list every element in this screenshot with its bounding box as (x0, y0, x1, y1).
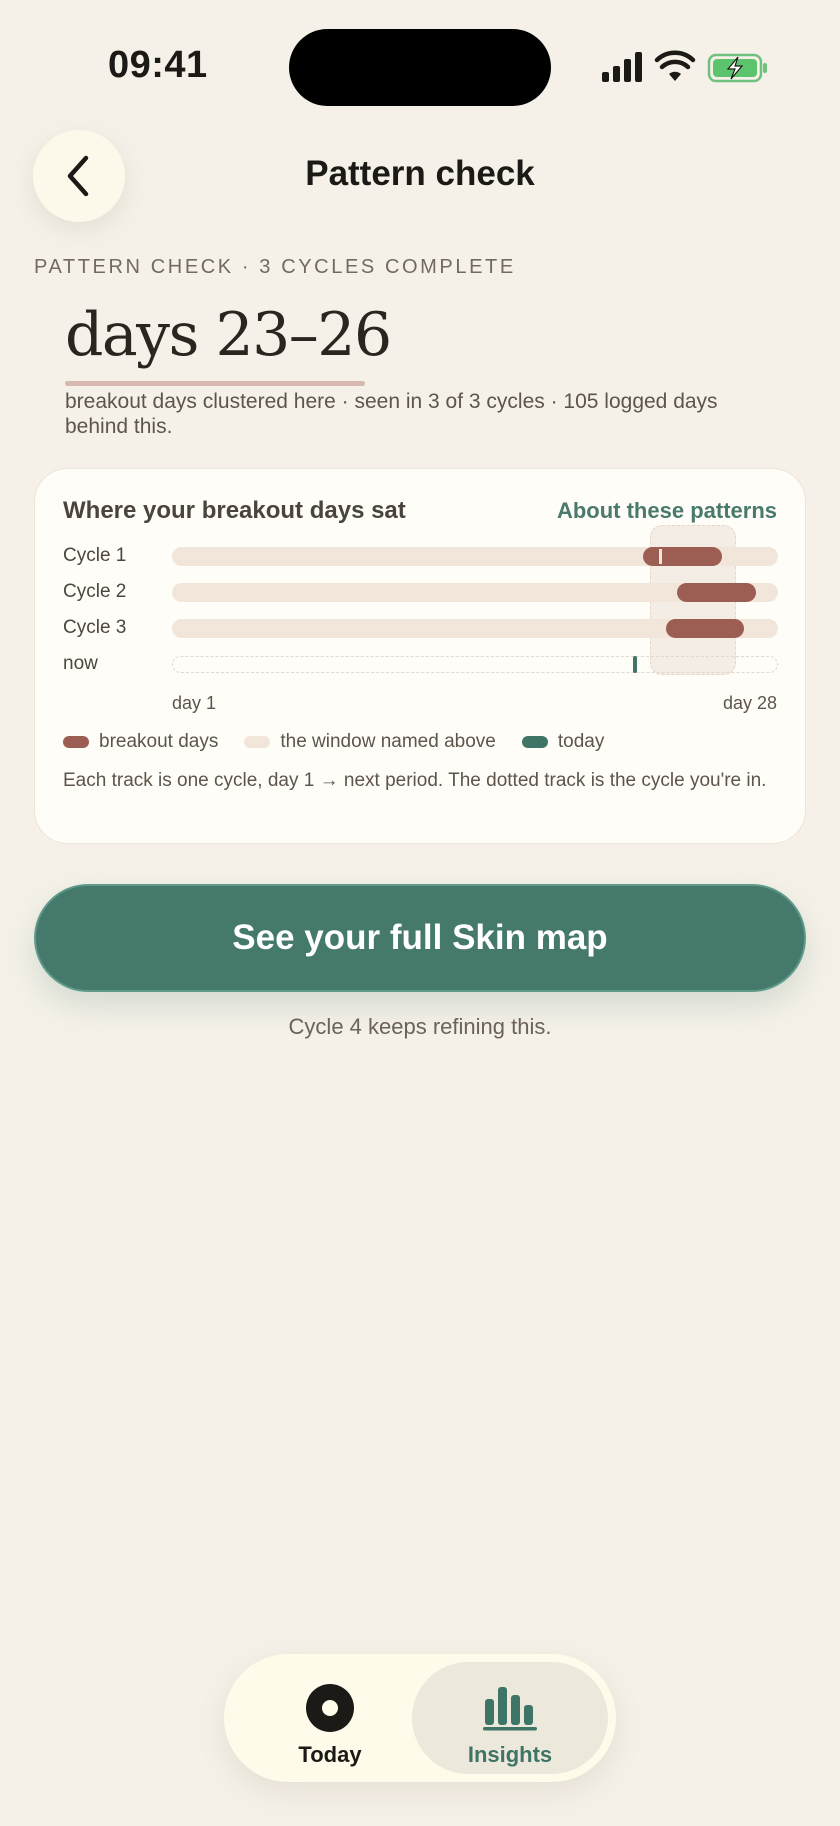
today-marker (633, 656, 638, 673)
legend-label: the window named above (280, 731, 496, 752)
breakout-bar (677, 583, 756, 602)
cta-note: Cycle 4 keeps refining this. (288, 1014, 552, 1039)
window-start-tick (659, 549, 663, 564)
nav-item-insights[interactable]: Insights (412, 1662, 608, 1774)
legend-swatch (244, 736, 271, 748)
card-title: Where your breakout days sat (63, 497, 406, 524)
signal-icon (602, 52, 642, 82)
row-label: Cycle 1 (63, 545, 127, 566)
summary-subline: breakout days clustered here · seen in 3… (65, 390, 718, 438)
legend-item: today (521, 731, 605, 753)
row-label: Cycle 3 (63, 617, 127, 638)
breakout-bar (643, 547, 722, 566)
pattern-check-screen: 09:41 Pattern check PATTERN CHECK · 3 CY… (0, 0, 840, 1826)
breakout-bar (665, 619, 745, 638)
legend-swatch (63, 736, 89, 748)
see-skin-map-button[interactable]: See your full Skin map (34, 884, 806, 992)
current-cycle-track (172, 656, 778, 673)
status-time: 09:41 (108, 44, 208, 86)
legend-item: breakout days (63, 731, 218, 753)
about-patterns-link[interactable]: About these patterns (557, 498, 777, 524)
status-icons (602, 50, 767, 83)
axis-start-label: day 1 (172, 693, 217, 713)
pattern-card: Where your breakout days sat About these… (34, 468, 806, 844)
today-icon (306, 1684, 354, 1732)
legend-swatch (521, 736, 548, 748)
cycle-track (172, 619, 778, 638)
headline: days 23–26 (65, 300, 392, 370)
card-note: Each track is one cycle, day 1 → next pe… (63, 770, 767, 791)
nav-label: Today (298, 1742, 362, 1767)
nav-item-today[interactable]: Today (232, 1662, 428, 1774)
cycle-track (172, 583, 778, 602)
legend-label: breakout days (99, 731, 219, 752)
wifi-icon (654, 50, 696, 81)
dynamic-island (289, 29, 551, 106)
headline-underline (65, 381, 365, 386)
insights-bar-chart-icon (483, 1687, 537, 1731)
cycle-track (172, 547, 778, 566)
bottom-nav: Today Insights (224, 1654, 616, 1782)
page-title: Pattern check (305, 154, 535, 193)
legend: breakout days the window named above tod… (63, 731, 630, 753)
eyebrow-label: PATTERN CHECK · 3 CYCLES COMPLETE (34, 256, 516, 278)
row-label: now (63, 653, 98, 674)
axis-end-label: day 28 (722, 693, 777, 713)
battery-charging-icon (707, 53, 767, 83)
legend-label: today (557, 731, 605, 752)
nav-label: Insights (467, 1742, 553, 1767)
legend-item: the window named above (244, 731, 496, 753)
row-label: Cycle 2 (63, 581, 127, 602)
